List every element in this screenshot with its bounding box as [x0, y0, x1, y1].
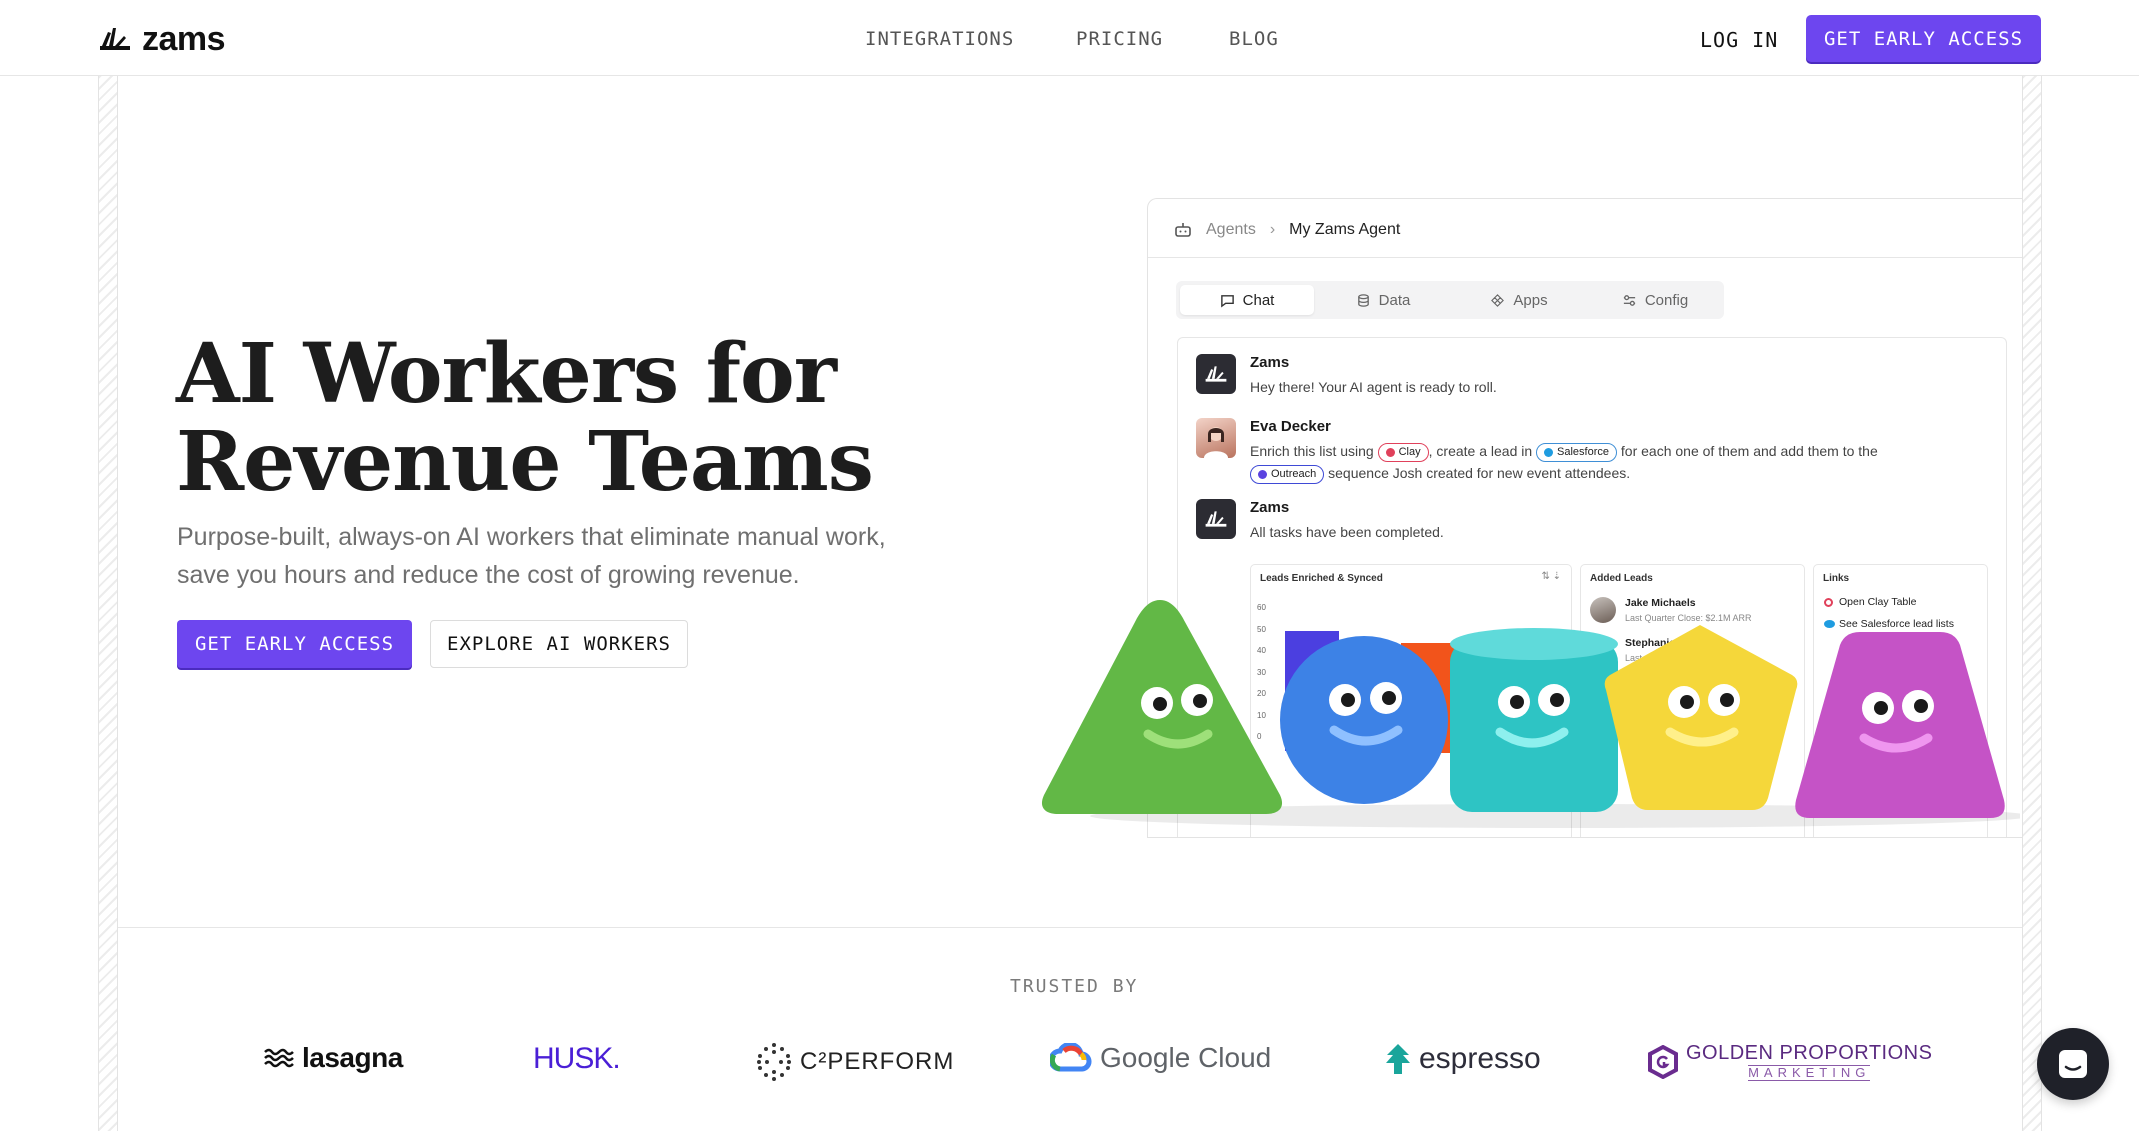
brand-logo[interactable]: zams: [98, 20, 226, 58]
bot-icon: [1175, 223, 1191, 237]
breadcrumb-current: My Zams Agent: [1289, 221, 1401, 238]
zams-logo-icon: [1205, 511, 1227, 527]
hexagon-icon: [1648, 1044, 1678, 1079]
brand-name: zams: [142, 20, 226, 58]
card-title: Links: [1823, 573, 1850, 584]
tab-chat-label: Chat: [1242, 291, 1275, 309]
husk-logo-text: HUSK.: [533, 1042, 621, 1075]
purple-trapezoid-character: [1795, 632, 2005, 818]
message-text-part: Enrich this list using: [1250, 443, 1374, 459]
header-get-early-access-button[interactable]: GET EARLY ACCESS: [1806, 15, 2041, 62]
tab-data[interactable]: Data: [1316, 285, 1450, 315]
tab-chat[interactable]: Chat: [1180, 285, 1314, 315]
google-cloud-logo: Google Cloud: [1050, 1042, 1271, 1074]
site-header: zams INTEGRATIONS PRICING BLOG LOG IN GE…: [0, 0, 2139, 76]
blue-circle-character: [1280, 636, 1448, 804]
message-text-part: , create a lead in: [1428, 443, 1533, 459]
golden-proportions-logo: GOLDEN PROPORTIONS MARKETING: [1648, 1042, 1932, 1081]
tab-apps-label: Apps: [1513, 291, 1548, 309]
app-divider: [1148, 257, 2022, 258]
hero-title-line-1: AI Workers for: [176, 326, 837, 422]
tree-icon: [1386, 1044, 1410, 1074]
hero-subtitle-line-1: Purpose-built, always-on AI workers that…: [177, 523, 886, 551]
user-avatar: [1196, 418, 1236, 458]
clay-pill-label: Clay: [1398, 446, 1421, 459]
lasagna-logo-text: lasagna: [302, 1042, 403, 1073]
golden-proportions-subtitle: MARKETING: [1748, 1065, 1871, 1081]
frame-hatch-right: [2022, 76, 2042, 1131]
salesforce-icon: [1544, 447, 1554, 457]
database-icon: [1357, 293, 1369, 307]
explore-ai-workers-button[interactable]: EXPLORE AI WORKERS: [430, 620, 688, 668]
teal-cylinder-character: [1450, 628, 1618, 812]
outreach-icon: [1258, 469, 1267, 479]
breadcrumb-agents[interactable]: Agents: [1206, 221, 1256, 239]
lasagna-logo: lasagna: [264, 1042, 403, 1074]
message-text: All tasks have been completed.: [1250, 524, 1444, 540]
message-text: Hey there! Your AI agent is ready to rol…: [1250, 379, 1497, 395]
chat-icon: [1220, 294, 1234, 308]
trusted-by-label: TRUSTED BY: [1010, 976, 1139, 997]
tab-apps[interactable]: Apps: [1452, 285, 1586, 315]
espresso-logo-text: espresso: [1419, 1042, 1541, 1075]
hero-title-line-2: Revenue Teams: [176, 414, 874, 510]
golden-proportions-title: GOLDEN PROPORTIONS: [1686, 1042, 1933, 1064]
card-title: Leads Enriched & Synced: [1260, 573, 1383, 584]
nav-integrations[interactable]: INTEGRATIONS: [865, 28, 1014, 50]
salesforce-pill[interactable]: Salesforce: [1536, 442, 1618, 462]
dots-burst-icon: [757, 1043, 791, 1081]
support-chat-button[interactable]: [2037, 1028, 2109, 1100]
golden-proportions-logo-text: GOLDEN PROPORTIONS MARKETING: [1686, 1042, 1932, 1081]
hero-title: AI Workers for Revenue Teams: [176, 330, 936, 506]
message-text: Enrich this list using Clay , create a le…: [1250, 440, 1878, 484]
outreach-pill[interactable]: Outreach: [1250, 464, 1325, 484]
frame-hatch-left: [98, 76, 118, 1131]
message-author: Eva Decker: [1250, 418, 1331, 435]
hero-subtitle: Purpose-built, always-on AI workers that…: [177, 518, 937, 594]
nav-blog[interactable]: BLOG: [1229, 28, 1279, 50]
c2perform-logo-text: C²PERFORM: [800, 1048, 955, 1075]
zams-logo-icon: [100, 28, 130, 50]
hero-get-early-access-button[interactable]: GET EARLY ACCESS: [177, 620, 412, 668]
hero-subtitle-line-2: save you hours and reduce the cost of gr…: [177, 561, 800, 589]
wave-icon: [264, 1048, 294, 1068]
salesforce-pill-label: Salesforce: [1557, 446, 1610, 459]
sliders-icon: [1623, 294, 1635, 306]
message-text-part: for each one of them and add them to the: [1620, 443, 1878, 459]
yellow-pentagon-character: [1604, 625, 1798, 810]
green-triangle-character: [1041, 600, 1283, 814]
mascot-characters-illustration: [1041, 600, 2020, 828]
zams-avatar: [1196, 499, 1236, 539]
chevron-right-icon: ›: [1269, 221, 1276, 238]
section-divider: [118, 927, 2022, 928]
zams-logo-icon: [1205, 366, 1227, 382]
card-actions-icon[interactable]: ⇅ ⇣: [1541, 571, 1561, 582]
apps-icon: [1491, 293, 1505, 307]
person-icon: [1204, 427, 1228, 458]
clay-icon: [1385, 447, 1395, 457]
message-author: Zams: [1250, 499, 1290, 516]
card-title: Added Leads: [1590, 573, 1653, 584]
tab-config-label: Config: [1644, 291, 1689, 309]
breadcrumb: Agents › My Zams Agent: [1174, 221, 1400, 239]
outreach-pill-label: Outreach: [1271, 468, 1317, 481]
google-cloud-icon: [1050, 1043, 1092, 1072]
tab-data-label: Data: [1378, 291, 1411, 309]
nav-pricing[interactable]: PRICING: [1076, 28, 1163, 50]
tab-config[interactable]: Config: [1588, 285, 1722, 315]
c2perform-logo: C²PERFORM: [756, 1042, 954, 1082]
google-cloud-logo-text: Google Cloud: [1100, 1042, 1272, 1073]
espresso-logo: espresso: [1385, 1042, 1541, 1076]
zams-avatar: [1196, 354, 1236, 394]
message-text-part: sequence Josh created for new event atte…: [1328, 465, 1631, 481]
message-author: Zams: [1250, 354, 1290, 371]
login-link[interactable]: LOG IN: [1700, 28, 1778, 52]
clay-pill[interactable]: Clay: [1377, 442, 1429, 462]
agent-tabs: Chat Data Apps Config: [1176, 281, 1724, 319]
husk-logo: HUSK.: [533, 1042, 621, 1076]
chat-widget-icon: [2059, 1050, 2087, 1078]
